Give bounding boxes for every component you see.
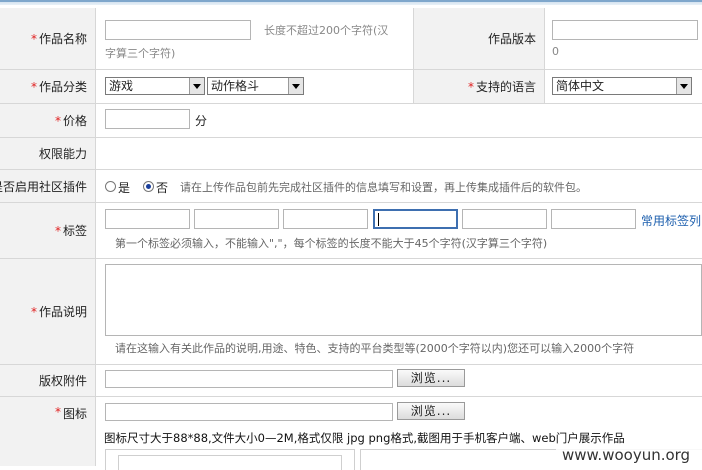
label-permissions: 权限能力 xyxy=(0,138,96,169)
plugin-yes-radio[interactable] xyxy=(105,181,116,192)
tag-input-3[interactable] xyxy=(283,209,368,229)
watermark: www.wooyun.org xyxy=(556,444,702,466)
work-version-counter: 0 xyxy=(552,45,559,58)
price-input[interactable] xyxy=(105,109,190,129)
work-name-hint-line1: 长度不超过200个字符(汉 xyxy=(264,24,389,37)
tag-input-2[interactable] xyxy=(194,209,279,229)
icon-browse-button[interactable]: 浏览... xyxy=(397,402,465,420)
copyright-file-input[interactable] xyxy=(105,370,393,388)
icon-preview-box-2 xyxy=(118,455,342,470)
row-description: * 作品说明 请在这输入有关此作品的说明,用途、特色、支持的平台类型等(2000个… xyxy=(0,259,702,365)
label-copyright-attachment: 版权附件 xyxy=(0,365,96,396)
tag-input-5[interactable] xyxy=(462,209,547,229)
language-select[interactable]: 简体中文 xyxy=(552,77,692,95)
category-primary-select[interactable]: 游戏 xyxy=(105,77,205,95)
top-header-line xyxy=(0,0,702,2)
row-tags: * 标签 常用标签列 第一个标签必须输入，不能输入","，每个标签的长度不能大于4… xyxy=(0,203,702,259)
price-unit: 分 xyxy=(195,114,208,128)
chevron-down-icon xyxy=(288,78,303,94)
label-work-name: * 作品名称 xyxy=(0,8,96,69)
plugin-no-label[interactable]: 否 xyxy=(156,179,168,196)
plugin-no-radio[interactable] xyxy=(143,181,154,192)
label-description: * 作品说明 xyxy=(0,259,96,364)
row-copyright-attachment: 版权附件 浏览... xyxy=(0,365,702,397)
plugin-hint: 请在上传作品包前先完成社区插件的信息填写和设置，再上传集成插件后的软件包。 xyxy=(180,181,587,194)
row-community-plugin: 是否启用社区插件 是 否 请在上传作品包前先完成社区插件的信息填写和设置，再上传… xyxy=(0,170,702,203)
work-version-input[interactable] xyxy=(552,20,698,40)
label-icon: * 图标 xyxy=(0,397,96,466)
plugin-yes-label[interactable]: 是 xyxy=(118,179,130,196)
label-category: * 作品分类 xyxy=(0,70,96,103)
description-textarea[interactable] xyxy=(105,264,702,336)
text-cursor xyxy=(378,213,379,226)
label-price: * 价格 xyxy=(0,104,96,137)
chevron-down-icon xyxy=(676,78,691,94)
tag-input-1[interactable] xyxy=(105,209,190,229)
row-category: * 作品分类 游戏 动作格斗 * 支持的语言 简体中文 xyxy=(0,70,702,104)
tag-input-6[interactable] xyxy=(551,209,636,229)
description-hint: 请在这输入有关此作品的说明,用途、特色、支持的平台类型等(2000个字符以内)您… xyxy=(115,342,635,355)
work-name-input[interactable] xyxy=(105,20,251,40)
common-tags-link[interactable]: 常用标签列 xyxy=(641,212,701,229)
tag-input-4[interactable] xyxy=(373,209,458,229)
label-language: * 支持的语言 xyxy=(413,70,545,103)
label-work-version: 作品版本 xyxy=(413,8,545,69)
icon-file-input[interactable] xyxy=(105,403,393,421)
label-tags: * 标签 xyxy=(0,203,96,258)
tags-hint: 第一个标签必须输入，不能输入","，每个标签的长度不能大于45个字符(汉字算三个… xyxy=(115,237,548,250)
icon-hint: 图标尺寸大于88*88,文件大小0—2M,格式仅限 jpg png格式,截图用于… xyxy=(104,431,625,445)
chevron-down-icon xyxy=(189,78,204,94)
row-permissions: 权限能力 xyxy=(0,138,702,170)
category-secondary-select[interactable]: 动作格斗 xyxy=(207,77,304,95)
work-name-hint-line2: 字算三个字符) xyxy=(105,47,176,60)
row-price: * 价格 分 xyxy=(0,104,702,138)
copyright-browse-button[interactable]: 浏览... xyxy=(397,369,465,387)
label-community-plugin: 是否启用社区插件 xyxy=(0,170,96,202)
row-work-name: * 作品名称 长度不超过200个字符(汉 字算三个字符) 作品版本 0 xyxy=(0,8,702,70)
